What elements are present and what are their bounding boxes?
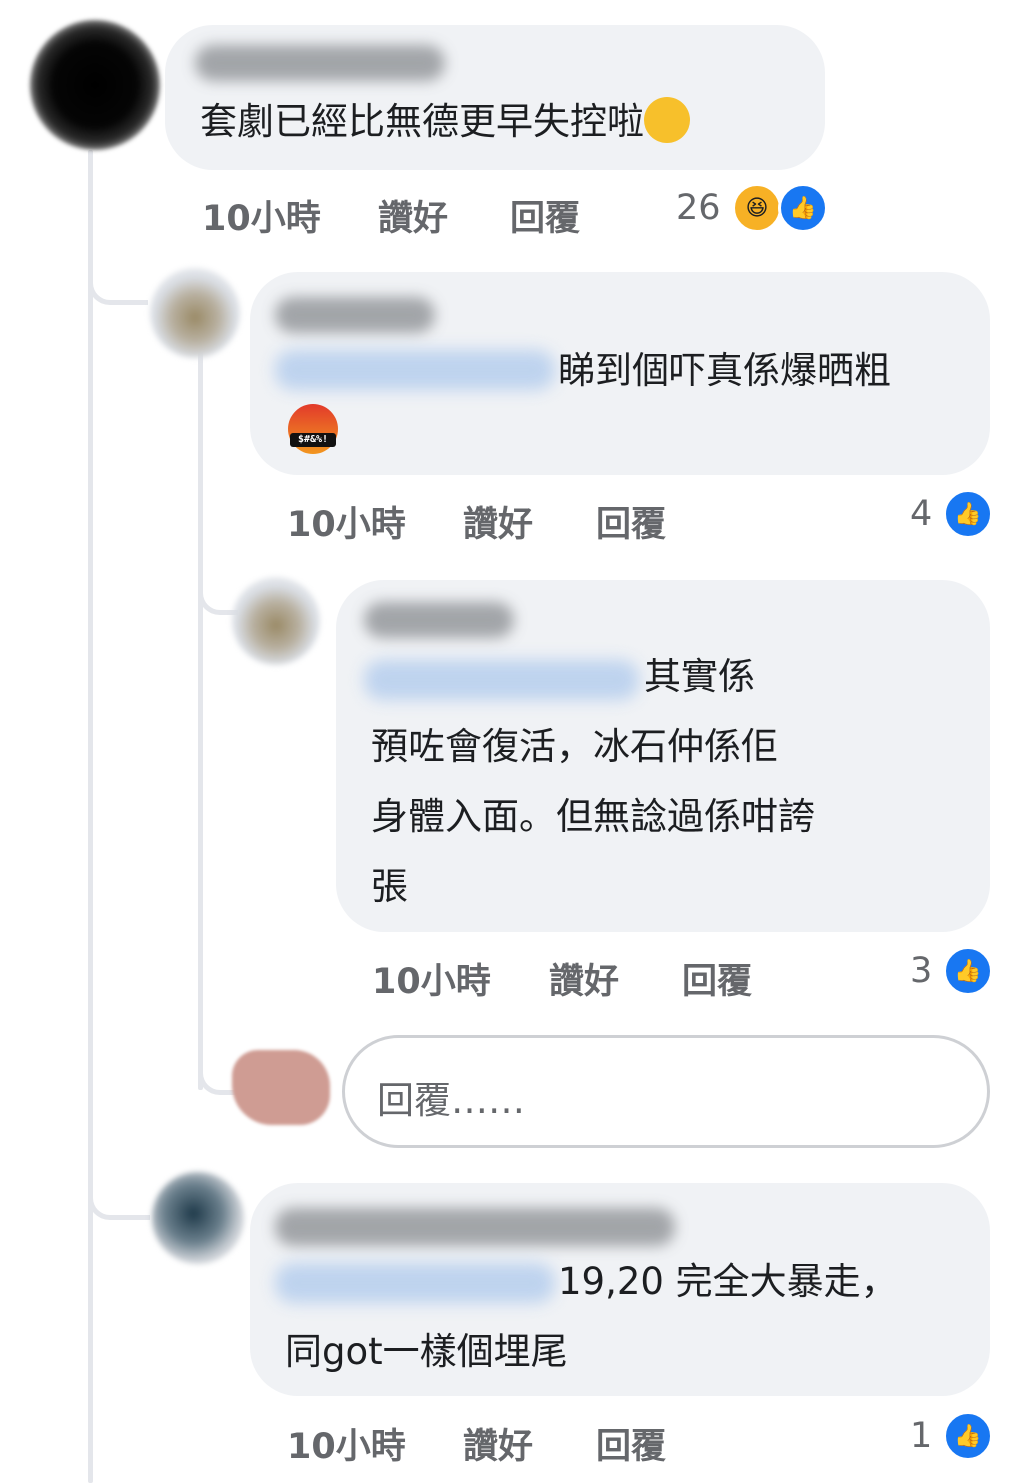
- comment-bubble: 睇到個吓真係爆晒粗 $#&%!: [250, 272, 990, 475]
- author-name-redacted[interactable]: [275, 297, 435, 333]
- avatar[interactable]: [30, 20, 160, 150]
- mention-tag-redacted[interactable]: [364, 660, 639, 700]
- like-button[interactable]: 讚好: [463, 496, 533, 547]
- comment-text: 睇到個吓真係爆晒粗: [558, 349, 891, 392]
- face-with-symbols-emoji-icon: $#&%!: [288, 404, 338, 454]
- comment-text: 套劇已經比無德更早失控啦: [200, 87, 690, 157]
- comment-bubble: 套劇已經比無德更早失控啦: [165, 25, 825, 170]
- author-name-redacted[interactable]: [364, 602, 514, 638]
- rolling-laughing-emoji-icon: [644, 96, 690, 143]
- haha-reaction-icon: 😆: [732, 183, 782, 233]
- comment-text: 身體入面。但無諗過係咁￼誇: [371, 795, 815, 838]
- reply-placeholder[interactable]: 回覆……: [377, 1070, 525, 1124]
- comment-time[interactable]: 10小時: [287, 1418, 406, 1469]
- mention-tag-redacted[interactable]: [275, 1263, 555, 1303]
- thread-line-nested: [198, 350, 203, 1090]
- thread-connector-1: [88, 240, 148, 305]
- author-name-redacted[interactable]: [195, 45, 445, 81]
- comment-bubble: 19,20 完全大暴走， 同got一樣個埋尾: [250, 1183, 990, 1396]
- comment-time[interactable]: 10小時: [372, 953, 491, 1004]
- comment-text: 其實係: [644, 655, 755, 698]
- comment-text: 預咗會￼復活，￼冰石仲係佢: [371, 725, 778, 768]
- like-button[interactable]: 讚好: [378, 190, 448, 241]
- comment-time[interactable]: 10小時: [202, 190, 321, 241]
- reaction-count[interactable]: 4: [910, 494, 932, 534]
- reply-button[interactable]: 回覆: [510, 190, 580, 241]
- reply-button[interactable]: 回覆: [682, 953, 752, 1004]
- reply-button[interactable]: 回覆: [596, 496, 666, 547]
- comment-bubble: 其實係 預咗會￼復活，￼冰石仲係佢 身體入面。但無諗過係咁￼誇 張: [336, 580, 990, 932]
- thread-connector-4: [88, 1160, 150, 1220]
- like-reaction-icon: 👍: [778, 183, 828, 233]
- avatar[interactable]: [152, 1172, 244, 1264]
- comment-text: 同got一樣個埋尾: [285, 1330, 568, 1373]
- comment-text: 19,20 完全大暴走，: [558, 1260, 898, 1303]
- current-user-avatar[interactable]: [232, 1050, 330, 1125]
- avatar[interactable]: [150, 268, 240, 358]
- like-button[interactable]: 讚好: [463, 1418, 533, 1469]
- avatar[interactable]: [232, 577, 320, 665]
- like-reaction-icon: 👍: [943, 946, 993, 996]
- comment-time[interactable]: 10小時: [287, 496, 406, 547]
- like-reaction-icon: 👍: [943, 1411, 993, 1461]
- reply-button[interactable]: 回覆: [596, 1418, 666, 1469]
- thread-line-main: [88, 150, 93, 1483]
- thread-connector-2: [198, 560, 238, 615]
- reaction-count[interactable]: 3: [910, 951, 932, 991]
- reaction-count[interactable]: 26: [676, 188, 721, 228]
- like-reaction-icon: 👍: [943, 489, 993, 539]
- comment-text: 張: [371, 865, 408, 908]
- mention-tag-redacted[interactable]: [275, 350, 555, 390]
- reaction-count[interactable]: 1: [910, 1416, 932, 1456]
- like-button[interactable]: 讚好: [549, 953, 619, 1004]
- reply-input[interactable]: 回覆……: [342, 1035, 990, 1148]
- author-name-redacted[interactable]: [275, 1208, 675, 1246]
